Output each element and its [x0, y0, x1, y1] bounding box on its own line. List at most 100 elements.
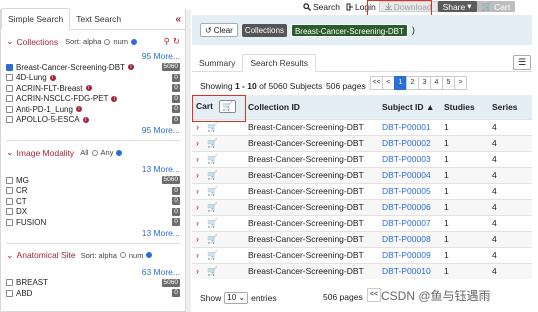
checkbox[interactable]: [6, 84, 13, 92]
studies-cell: 1: [440, 134, 488, 151]
search-link[interactable]: Search: [300, 2, 343, 12]
sort-alpha-radio[interactable]: [104, 38, 111, 45]
add-to-cart-icon[interactable]: 🛒: [205, 138, 218, 148]
search-tabs: Simple Search Text Search «: [1, 8, 185, 30]
subject-id-cell[interactable]: DBT-P00002: [378, 134, 440, 151]
add-to-cart-icon[interactable]: 🛒: [205, 186, 218, 196]
site-more-link[interactable]: 63 More...: [6, 267, 180, 278]
count-badge: 0: [172, 186, 180, 195]
sort-num-radio[interactable]: [131, 38, 137, 45]
menu-icon[interactable]: ☰: [513, 55, 531, 70]
subject-id-cell[interactable]: DBT-P00003: [378, 150, 440, 167]
checkbox[interactable]: [6, 197, 13, 205]
expand-row-icon[interactable]: ›: [196, 234, 199, 244]
subject-id-cell[interactable]: DBT-P00001: [378, 118, 440, 135]
studies-header[interactable]: Studies: [440, 95, 488, 119]
checkbox[interactable]: [6, 95, 13, 103]
subject-id-cell[interactable]: DBT-P00010: [378, 262, 440, 279]
checkbox[interactable]: [6, 74, 13, 82]
info-icon[interactable]: i: [127, 64, 134, 71]
anatomical-site-title: Anatomical Site: [16, 250, 76, 260]
tab-summary[interactable]: Summary: [192, 55, 242, 71]
collection-id-header[interactable]: Collection ID: [244, 95, 378, 119]
studies-cell: 1: [440, 118, 488, 135]
subject-id-cell[interactable]: DBT-P00005: [378, 182, 440, 199]
collapse-icon[interactable]: «: [175, 14, 181, 25]
chevron-down-icon[interactable]: ⌄: [6, 36, 14, 47]
checkbox[interactable]: [6, 63, 13, 71]
checkbox[interactable]: [6, 176, 13, 184]
subject-id-cell[interactable]: DBT-P00004: [378, 166, 440, 183]
footer-first-page[interactable]: <<: [367, 288, 381, 302]
info-icon[interactable]: i: [82, 116, 89, 123]
subject-id-cell[interactable]: DBT-P00008: [378, 230, 440, 247]
site-sort-num-radio[interactable]: [146, 252, 153, 258]
sidebar-scrollbar[interactable]: [186, 10, 191, 312]
list-item: Breast-Cancer-Screening-DBT i 5060: [6, 62, 180, 73]
subject-id-cell[interactable]: DBT-P00009: [378, 246, 440, 263]
subject-id-header[interactable]: Subject ID ▲: [378, 95, 440, 119]
add-to-cart-icon[interactable]: 🛒: [205, 122, 218, 132]
checkbox[interactable]: [6, 289, 13, 297]
result-tabs: Summary Search Results: [192, 54, 532, 72]
add-to-cart-icon[interactable]: 🛒: [205, 218, 218, 228]
count-badge: 0: [172, 105, 180, 114]
checkbox[interactable]: [6, 208, 13, 216]
modality-more-link-bottom[interactable]: 13 More...: [6, 228, 180, 239]
refresh-icon[interactable]: ↻: [173, 36, 180, 47]
table-row: › 🛒 Breast-Cancer-Screening-DBT DBT-P00010…: [192, 262, 532, 279]
subject-id-cell[interactable]: DBT-P00006: [378, 198, 440, 215]
info-icon[interactable]: i: [111, 95, 118, 102]
add-to-cart-icon[interactable]: 🛒: [205, 154, 218, 164]
checkbox[interactable]: [6, 218, 13, 226]
expand-row-icon[interactable]: ›: [196, 250, 199, 260]
add-to-cart-icon[interactable]: 🛒: [205, 170, 218, 180]
collection-id-cell: Breast-Cancer-Screening-DBT: [244, 150, 378, 167]
share-button[interactable]: Share ▾: [437, 1, 477, 12]
tab-search-results[interactable]: Search Results: [242, 54, 317, 72]
share-label: Share: [442, 1, 466, 12]
modality-any-radio[interactable]: [116, 149, 123, 156]
checkbox[interactable]: [6, 105, 13, 113]
filter-value-pill[interactable]: Breast-Cancer-Screening-DBT: [290, 23, 408, 37]
add-to-cart-icon[interactable]: 🛒: [205, 250, 218, 260]
add-to-cart-icon[interactable]: 🛒: [205, 266, 218, 276]
modality-more-link[interactable]: 13 More...: [6, 164, 180, 175]
site-list: BREAST 5060 ABD 0: [6, 278, 180, 299]
expand-row-icon[interactable]: ›: [196, 202, 199, 212]
expand-row-icon[interactable]: ›: [196, 122, 199, 132]
entries-select[interactable]: 10 ⌄: [224, 292, 249, 304]
count-badge: 0: [172, 84, 180, 93]
collections-more-link[interactable]: 95 More...: [6, 51, 180, 62]
expand-row-icon[interactable]: ›: [196, 170, 199, 180]
checkbox[interactable]: [6, 187, 13, 195]
chevron-down-icon[interactable]: ⌄: [6, 147, 14, 158]
expand-row-icon[interactable]: ›: [196, 138, 199, 148]
collections-more-link-bottom[interactable]: 95 More...: [6, 125, 180, 136]
cart-button[interactable]: 🛒 Cart: [476, 1, 516, 12]
page-button[interactable]: >: [454, 76, 467, 90]
info-icon[interactable]: i: [75, 106, 82, 113]
expand-row-icon[interactable]: ›: [196, 186, 199, 196]
checkbox[interactable]: [6, 116, 13, 124]
site-sort-alpha-radio[interactable]: [119, 252, 126, 258]
expand-row-icon[interactable]: ›: [196, 154, 199, 164]
chevron-down-icon[interactable]: ⌄: [6, 250, 14, 261]
info-icon[interactable]: i: [85, 85, 92, 92]
expand-row-icon[interactable]: ›: [196, 218, 199, 228]
tab-text-search[interactable]: Text Search: [70, 9, 127, 29]
series-header[interactable]: Series: [488, 95, 532, 119]
modality-all-radio[interactable]: [91, 149, 98, 156]
add-to-cart-icon[interactable]: 🛒: [205, 202, 218, 212]
add-to-cart-icon[interactable]: 🛒: [205, 234, 218, 244]
collection-id-cell: Breast-Cancer-Screening-DBT: [244, 166, 378, 183]
tab-simple-search[interactable]: Simple Search: [1, 8, 71, 30]
subject-id-cell[interactable]: DBT-P00007: [378, 214, 440, 231]
expand-row-icon[interactable]: ›: [196, 266, 199, 276]
list-item-label: MG: [16, 175, 29, 185]
info-icon[interactable]: i: [49, 74, 56, 81]
checkbox[interactable]: [6, 279, 13, 287]
clear-button[interactable]: ↺ Clear: [200, 23, 238, 37]
search-icon[interactable]: ⚲: [164, 36, 170, 47]
list-item: ABD 0: [6, 288, 180, 299]
